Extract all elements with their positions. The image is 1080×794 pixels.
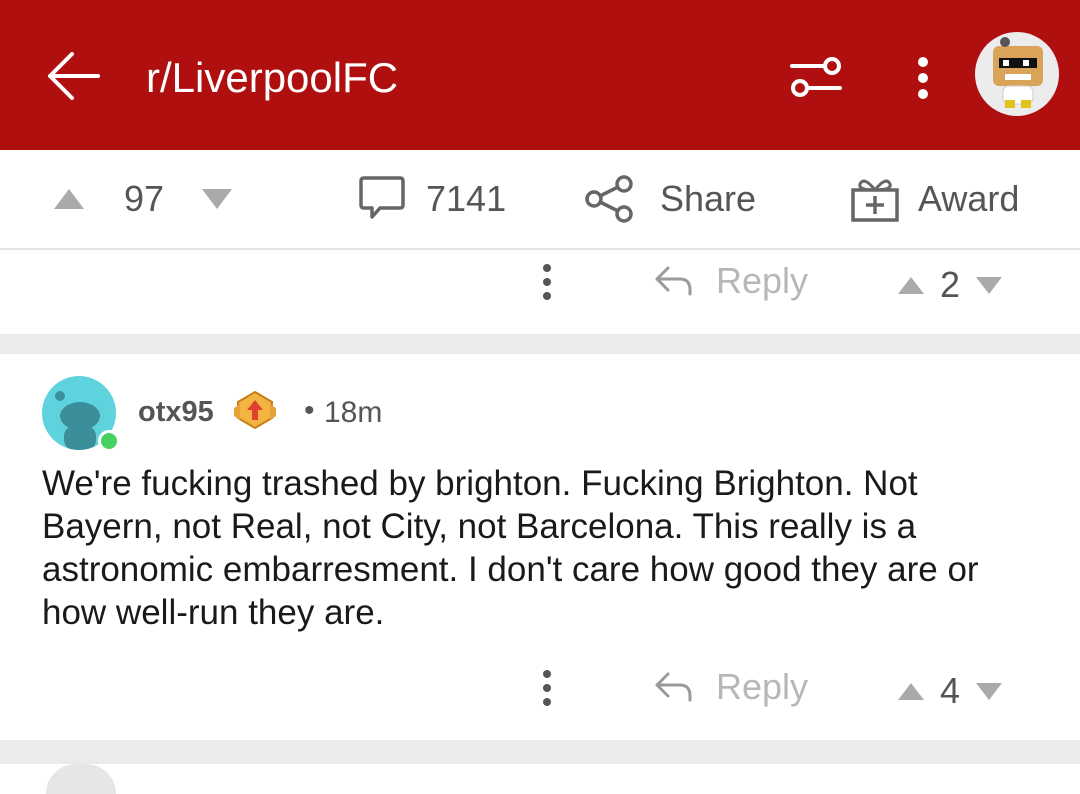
comment-kebab-icon[interactable]: [542, 670, 552, 710]
upvote-icon[interactable]: [898, 276, 924, 294]
comment-vote: 4: [898, 670, 1003, 712]
comment-action-row: Reply 2: [0, 250, 1080, 334]
separator-dot: •: [304, 394, 315, 427]
downvote-icon[interactable]: [976, 276, 1003, 294]
comment-kebab-icon[interactable]: [542, 264, 552, 304]
divider: [0, 334, 1080, 354]
kebab-menu-icon[interactable]: [905, 54, 941, 102]
divider: [0, 740, 1080, 764]
comment-body: We're fucking trashed by brighton. Fucki…: [42, 464, 979, 632]
comments-button[interactable]: 7141: [358, 150, 506, 248]
reply-button[interactable]: Reply: [654, 666, 808, 708]
comment-score: 4: [940, 670, 961, 711]
comment-vote: 2: [898, 264, 1003, 306]
gift-award-icon: [851, 179, 899, 222]
reply-arrow-icon: [655, 672, 692, 702]
post-score: 97: [124, 178, 165, 219]
downvote-icon[interactable]: [202, 189, 233, 209]
comment-action-row: Reply 4: [0, 658, 1080, 740]
share-icon: [585, 175, 633, 223]
award-label: Award: [918, 178, 1020, 219]
comment-count: 7141: [426, 178, 507, 219]
online-status-dot: [98, 430, 120, 452]
username[interactable]: otx95: [138, 396, 214, 429]
user-avatar[interactable]: [975, 32, 1059, 116]
reply-label: Reply: [716, 666, 809, 707]
share-button[interactable]: Share: [584, 150, 756, 248]
share-label: Share: [660, 178, 757, 219]
avatar-snoo-icon: [993, 37, 1043, 108]
post-action-bar: 97 7141 Share Award: [0, 150, 1080, 250]
subreddit-title[interactable]: r/LiverpoolFC: [146, 54, 398, 102]
next-comment-avatar: [46, 764, 116, 794]
app-bar: r/LiverpoolFC: [0, 0, 1080, 150]
upvote-icon[interactable]: [898, 682, 924, 700]
comment-icon: [359, 176, 405, 219]
reply-button[interactable]: Reply: [654, 260, 808, 302]
award-badge-icon: [234, 390, 276, 430]
downvote-icon[interactable]: [976, 682, 1003, 700]
comment-score: 2: [940, 264, 961, 305]
comment-header: otx95 • 18m: [42, 376, 1042, 452]
reply-arrow-icon: [655, 266, 692, 296]
reply-label: Reply: [716, 260, 809, 301]
timestamp: 18m: [324, 396, 383, 429]
back-arrow-icon[interactable]: [42, 48, 102, 104]
post-vote: 97: [54, 150, 233, 248]
filter-sliders-icon[interactable]: [788, 54, 844, 100]
upvote-icon[interactable]: [54, 189, 84, 209]
award-button[interactable]: Award: [850, 150, 1019, 248]
